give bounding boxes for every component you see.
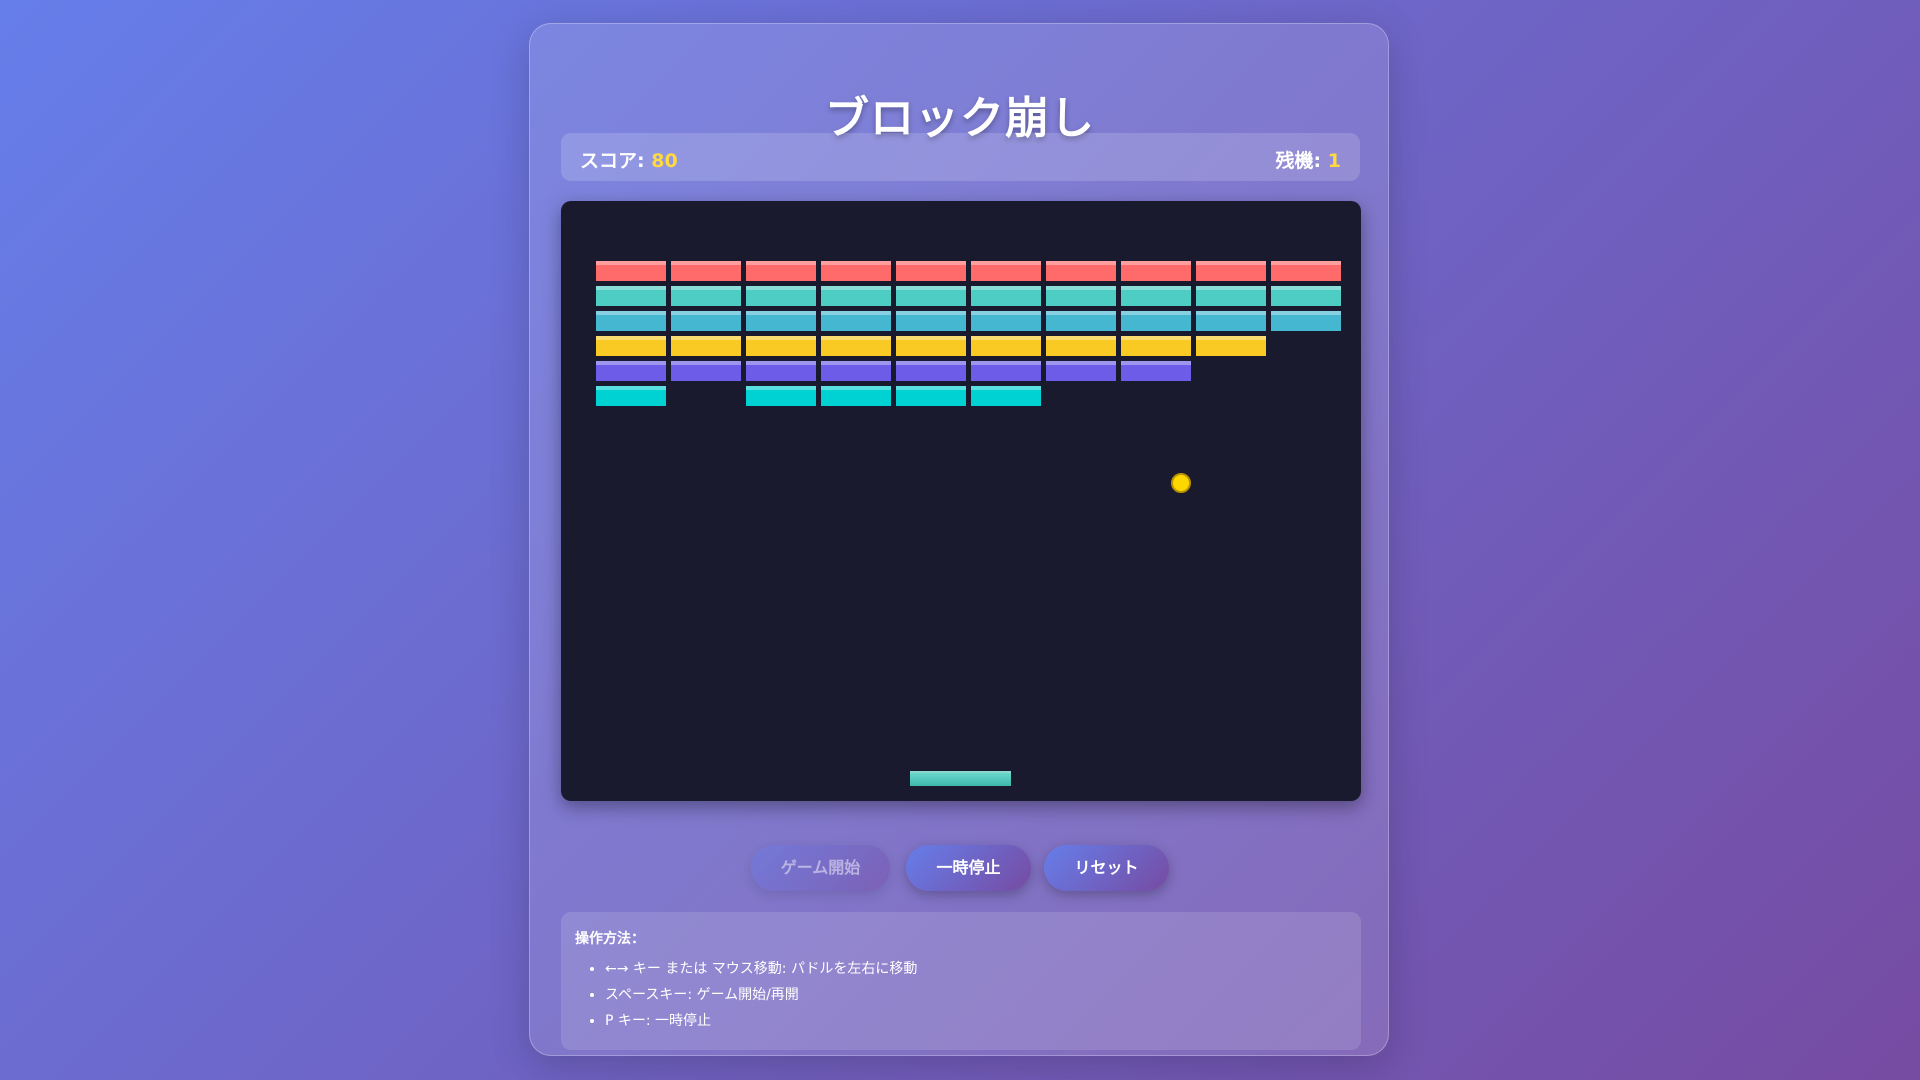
lives-display: 残機: 1 [1276, 146, 1341, 173]
game-container: ブロック崩し スコア: 80 残機: 1 ゲーム開始 一時停止 リセット 操作方… [529, 23, 1389, 1056]
brick [1271, 261, 1341, 281]
brick [1121, 361, 1191, 381]
brick [746, 311, 816, 331]
brick [1046, 261, 1116, 281]
brick [971, 311, 1041, 331]
score-display: スコア: 80 [580, 146, 678, 173]
brick [821, 386, 891, 406]
instruction-item: スペースキー: ゲーム開始/再開 [605, 986, 1347, 1004]
brick [746, 386, 816, 406]
brick [596, 386, 666, 406]
instructions-panel: 操作方法： ←→ キー または マウス移動: パドルを左右に移動 スペースキー:… [561, 912, 1361, 1050]
brick [1121, 286, 1191, 306]
brick [821, 311, 891, 331]
brick [596, 286, 666, 306]
brick [1196, 261, 1266, 281]
paddle[interactable] [910, 771, 1011, 786]
brick [1196, 336, 1266, 356]
brick [971, 261, 1041, 281]
pause-button[interactable]: 一時停止 [906, 845, 1031, 891]
brick [1046, 336, 1116, 356]
brick [671, 336, 741, 356]
brick [971, 386, 1041, 406]
brick [896, 311, 966, 331]
brick [596, 361, 666, 381]
ball [1171, 473, 1191, 493]
instruction-item: P キー: 一時停止 [605, 1012, 1347, 1030]
brick [1121, 311, 1191, 331]
lives-value: 1 [1327, 150, 1341, 172]
brick [971, 336, 1041, 356]
instructions-list: ←→ キー または マウス移動: パドルを左右に移動 スペースキー: ゲーム開始… [575, 960, 1347, 1030]
brick [671, 361, 741, 381]
stats-bar: スコア: 80 残機: 1 [561, 133, 1360, 181]
brick [1046, 286, 1116, 306]
brick [671, 286, 741, 306]
brick [596, 261, 666, 281]
instructions-title: 操作方法： [575, 931, 645, 947]
brick [896, 261, 966, 281]
brick [896, 361, 966, 381]
brick [971, 361, 1041, 381]
lives-label: 残機: [1275, 150, 1322, 172]
brick [1121, 336, 1191, 356]
brick [746, 361, 816, 381]
start-game-button[interactable]: ゲーム開始 [751, 845, 890, 891]
brick [821, 261, 891, 281]
brick [746, 286, 816, 306]
brick [746, 261, 816, 281]
brick [896, 386, 966, 406]
brick [596, 336, 666, 356]
brick [671, 311, 741, 331]
brick [821, 336, 891, 356]
brick [896, 336, 966, 356]
brick [671, 261, 741, 281]
brick [1196, 286, 1266, 306]
score-value: 80 [651, 150, 678, 172]
brick [971, 286, 1041, 306]
reset-button[interactable]: リセット [1044, 845, 1169, 891]
brick [1121, 261, 1191, 281]
brick [1196, 311, 1266, 331]
brick [821, 361, 891, 381]
brick [1046, 311, 1116, 331]
score-label: スコア: [580, 150, 645, 172]
brick [1271, 286, 1341, 306]
brick [1271, 311, 1341, 331]
brick [1046, 361, 1116, 381]
game-canvas[interactable] [561, 201, 1361, 801]
brick [596, 311, 666, 331]
brick [896, 286, 966, 306]
brick [821, 286, 891, 306]
instruction-item: ←→ キー または マウス移動: パドルを左右に移動 [605, 960, 1347, 978]
brick [746, 336, 816, 356]
